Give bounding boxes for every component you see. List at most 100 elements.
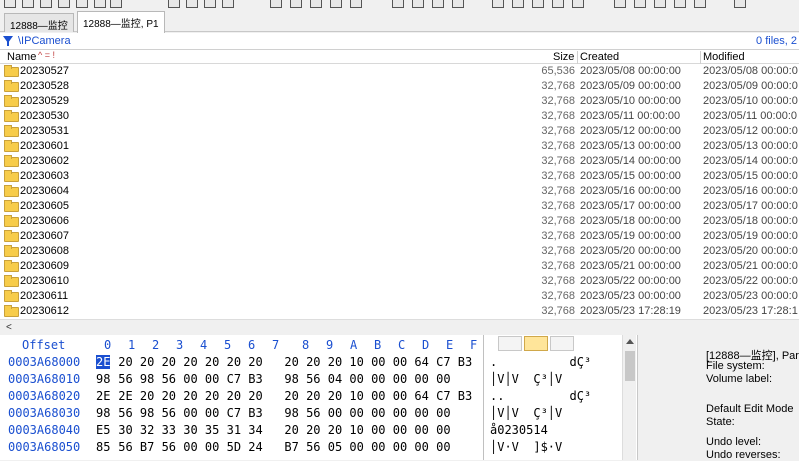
- clock-icon[interactable]: [532, 0, 544, 8]
- properties-icon[interactable]: [76, 0, 88, 8]
- replace-icon[interactable]: [310, 0, 322, 8]
- filter-icon[interactable]: [3, 36, 13, 46]
- horizontal-scrollbar[interactable]: <: [0, 319, 799, 334]
- back-icon[interactable]: [432, 0, 444, 8]
- hex-bytes[interactable]: 56 B7 56 00 00 5D 24 B7 56 05 00 00 00 0…: [111, 440, 450, 454]
- ascii-text[interactable]: .. dÇ³: [490, 389, 591, 403]
- find-again-icon[interactable]: [350, 0, 362, 8]
- forward-icon[interactable]: [452, 0, 464, 8]
- nav-last-icon[interactable]: [674, 0, 686, 8]
- table-row[interactable]: 20230528 32,768 2023/05/09 00:00:00 2023/05…: [0, 79, 799, 94]
- image-tool-icon[interactable]: [524, 336, 548, 351]
- table-icon[interactable]: [552, 0, 564, 8]
- hex-byte[interactable]: 98: [96, 372, 110, 386]
- hex-byte[interactable]: 85: [96, 440, 110, 454]
- table-row[interactable]: 20230610 32,768 2023/05/22 00:00:00 2023/05…: [0, 274, 799, 289]
- column-divider[interactable]: [577, 51, 578, 65]
- hex-bytes[interactable]: 20 20 20 20 20 20 20 20 20 20 10 00 00 6…: [111, 355, 472, 369]
- find-icon[interactable]: [270, 0, 282, 8]
- table-row[interactable]: 20230529 32,768 2023/05/10 00:00:00 2023/05…: [0, 94, 799, 109]
- table-row[interactable]: 20230607 32,768 2023/05/19 00:00:00 2023/05…: [0, 229, 799, 244]
- text-tool-icon[interactable]: [498, 336, 522, 351]
- nav-prev-icon[interactable]: [634, 0, 646, 8]
- hex-byte[interactable]: 2E: [96, 389, 110, 403]
- table-row[interactable]: 20230602 32,768 2023/05/14 00:00:00 2023/05…: [0, 154, 799, 169]
- tab-volume[interactable]: 12888—监控: [4, 13, 74, 32]
- table-row[interactable]: 20230527 65,536 2023/05/08 00:00:00 2023/05…: [0, 64, 799, 79]
- folder-size: 32,768: [541, 275, 575, 287]
- table-row[interactable]: 20230530 32,768 2023/05/11 00:00:00 2023/05…: [0, 109, 799, 124]
- path-bar: \IPCamera 0 files, 2: [0, 33, 799, 50]
- goto-sector-icon[interactable]: [412, 0, 424, 8]
- cut-icon[interactable]: [168, 0, 180, 8]
- binary-icon[interactable]: [222, 0, 234, 8]
- nav-next-icon[interactable]: [654, 0, 666, 8]
- table-row[interactable]: 20230605 32,768 2023/05/17 00:00:00 2023/05…: [0, 199, 799, 214]
- table-row[interactable]: 20230609 32,768 2023/05/21 00:00:00 2023/05…: [0, 259, 799, 274]
- disk-tools-icon[interactable]: [492, 0, 504, 8]
- save-icon[interactable]: [40, 0, 52, 8]
- table-row[interactable]: 20230606 32,768 2023/05/18 00:00:00 2023/05…: [0, 214, 799, 229]
- disk-icon[interactable]: [94, 0, 106, 8]
- scroll-thumb[interactable]: [625, 351, 635, 381]
- scroll-left-icon[interactable]: <: [6, 322, 12, 333]
- hex-vertical-scrollbar[interactable]: [622, 335, 636, 460]
- hex-bytes[interactable]: 56 98 56 00 00 C7 B3 98 56 04 00 00 00 0…: [111, 372, 450, 386]
- hex-line[interactable]: 0003A68050 85 56 B7 56 00 00 5D 24 B7 56 …: [0, 439, 637, 456]
- ascii-text[interactable]: │V│V Ç³│V: [490, 406, 562, 420]
- wave-tool-icon[interactable]: [550, 336, 574, 351]
- ascii-text[interactable]: . dÇ³: [490, 355, 591, 369]
- table-row[interactable]: 20230531 32,768 2023/05/12 00:00:00 2023/05…: [0, 124, 799, 139]
- goto-offset-icon[interactable]: [392, 0, 404, 8]
- table-row[interactable]: 20230601 32,768 2023/05/13 00:00:00 2023/05…: [0, 139, 799, 154]
- tab-partition[interactable]: 12888—监控, P1: [77, 11, 165, 33]
- nav-first-icon[interactable]: [614, 0, 626, 8]
- hex-offset: 0003A68020: [8, 389, 81, 403]
- open-disk-icon[interactable]: [110, 0, 122, 8]
- table-row[interactable]: 20230612 32,768 2023/05/23 17:28:19 2023/05…: [0, 304, 799, 319]
- hex-line[interactable]: 0003A68020 2E 2E 20 20 20 20 20 20 20 20 …: [0, 388, 637, 405]
- hex-byte[interactable]: 98: [96, 406, 110, 420]
- scroll-up-icon[interactable]: [626, 339, 634, 344]
- current-path[interactable]: \IPCamera: [18, 35, 71, 47]
- hex-editor[interactable]: Offset 0 1 2 3 4 5 6 7 8 9 A B C D E F 0…: [0, 335, 637, 460]
- folder-size: 32,768: [541, 95, 575, 107]
- ascii-text[interactable]: │V·V ]$·V: [490, 440, 562, 454]
- replace-hex-icon[interactable]: [330, 0, 342, 8]
- copy-icon[interactable]: [186, 0, 198, 8]
- column-created[interactable]: Created: [580, 51, 619, 63]
- help-icon[interactable]: [734, 0, 746, 8]
- calculator-icon[interactable]: [512, 0, 524, 8]
- table-row[interactable]: 20230611 32,768 2023/05/23 00:00:00 2023/05…: [0, 289, 799, 304]
- hex-bytes[interactable]: 56 98 56 00 00 C7 B3 98 56 00 00 00 00 0…: [111, 406, 450, 420]
- hex-col-label: F: [470, 338, 478, 352]
- print-icon[interactable]: [58, 0, 70, 8]
- search-icon[interactable]: [572, 0, 584, 8]
- hex-line[interactable]: 0003A68000 2E 20 20 20 20 20 20 20 20 20 …: [0, 354, 637, 371]
- table-row[interactable]: 20230608 32,768 2023/05/20 00:00:00 2023/05…: [0, 244, 799, 259]
- folder-created: 2023/05/20 00:00:00: [580, 245, 681, 257]
- table-row[interactable]: 20230604 32,768 2023/05/16 00:00:00 2023/05…: [0, 184, 799, 199]
- ascii-text[interactable]: å0230514: [490, 423, 548, 437]
- table-row[interactable]: 20230603 32,768 2023/05/15 00:00:00 2023/05…: [0, 169, 799, 184]
- folder-created: 2023/05/10 00:00:00: [580, 95, 681, 107]
- column-modified[interactable]: Modified: [703, 51, 745, 63]
- paste-icon[interactable]: [204, 0, 216, 8]
- open-file-icon[interactable]: [22, 0, 34, 8]
- find-hex-icon[interactable]: [290, 0, 302, 8]
- hex-offset: 0003A68040: [8, 423, 81, 437]
- column-name[interactable]: Name: [7, 51, 36, 63]
- column-divider[interactable]: [700, 51, 701, 65]
- hex-line[interactable]: 0003A68040 E5 30 32 33 30 35 31 34 20 20 …: [0, 422, 637, 439]
- folder-created: 2023/05/21 00:00:00: [580, 260, 681, 272]
- hex-bytes[interactable]: 30 32 33 30 35 31 34 20 20 20 10 00 00 0…: [111, 423, 450, 437]
- new-file-icon[interactable]: [4, 0, 16, 8]
- hex-line[interactable]: 0003A68030 98 56 98 56 00 00 C7 B3 98 56 …: [0, 405, 637, 422]
- hex-line[interactable]: 0003A68010 98 56 98 56 00 00 C7 B3 98 56 …: [0, 371, 637, 388]
- column-size[interactable]: Size: [553, 51, 574, 63]
- view-icon[interactable]: [694, 0, 706, 8]
- ascii-text[interactable]: │V│V Ç³│V: [490, 372, 562, 386]
- hex-byte[interactable]: E5: [96, 423, 110, 437]
- hex-byte[interactable]: 2E: [96, 355, 111, 369]
- hex-bytes[interactable]: 2E 20 20 20 20 20 20 20 20 20 10 00 00 6…: [111, 389, 472, 403]
